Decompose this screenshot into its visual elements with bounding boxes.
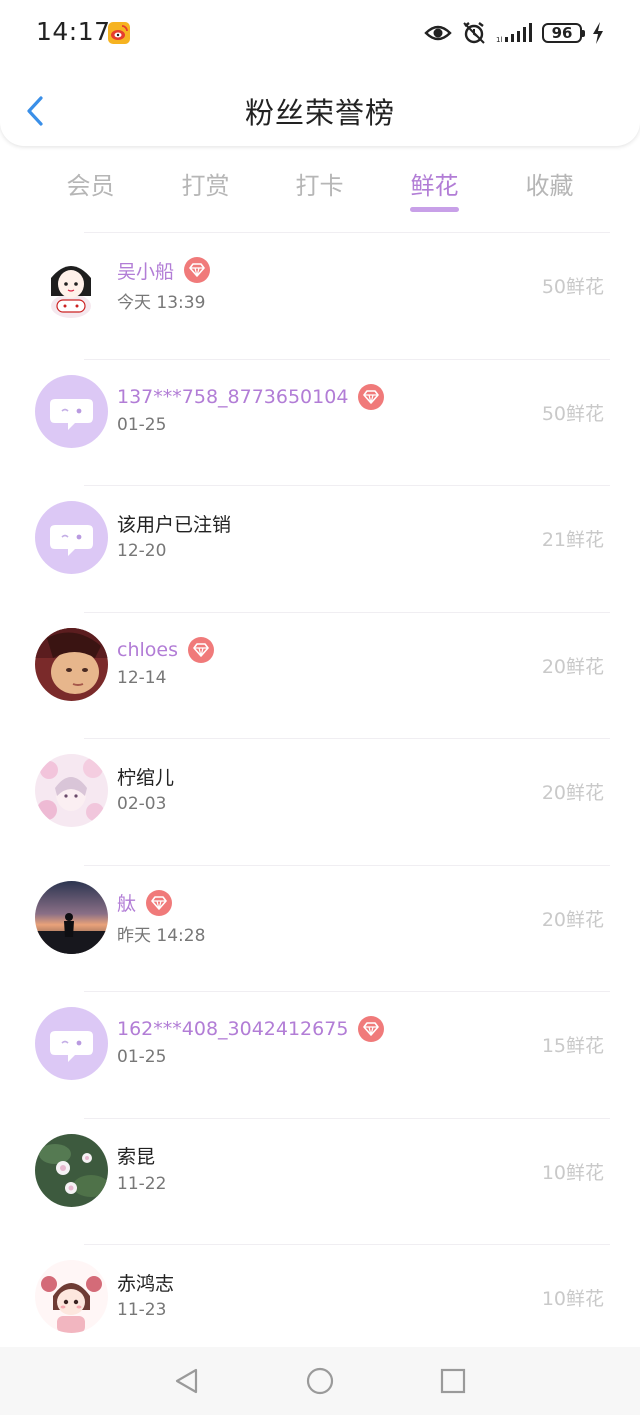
name-line: 137***758_8773650104 (117, 383, 385, 411)
recents-square-icon[interactable] (438, 1366, 468, 1396)
timestamp: 12-20 (117, 541, 167, 561)
avatar (35, 501, 108, 574)
user-name[interactable]: 137***758_8773650104 (117, 386, 348, 408)
avatar (35, 1133, 108, 1207)
cartoon-girl-avatar-2 (35, 1260, 108, 1333)
weibo-icon (108, 22, 130, 44)
avatar (35, 248, 108, 321)
status-time: 14:17 (36, 17, 111, 46)
flower-amount: 10鲜花 (541, 1161, 604, 1184)
name-line: 吴小船 (117, 256, 211, 284)
eye-icon (424, 25, 452, 41)
timestamp: 11-23 (117, 1300, 167, 1320)
status-bar: 14:17 1l 96 (0, 0, 640, 64)
user-name[interactable]: 赤鸿志 (117, 1269, 174, 1296)
flower-amount: 15鲜花 (541, 1035, 604, 1057)
list-item[interactable]: 舦 昨天 14:28 20鲜花 (0, 864, 640, 992)
user-name[interactable]: 舦 (117, 889, 136, 916)
tab-bar: 会员 打赏 打卡 鲜花 收藏 (0, 146, 640, 222)
list-item[interactable]: chloes 12-14 20鲜花 (0, 611, 640, 739)
timestamp: 02-03 (117, 794, 167, 814)
tab-flowers[interactable]: 鲜花 (377, 166, 492, 201)
timestamp: 今天 13:39 (117, 293, 206, 313)
lotus-avatar (35, 1133, 108, 1207)
name-line: 柠绾儿 (117, 762, 174, 790)
user-name[interactable]: 柠绾儿 (117, 763, 174, 790)
vip-diamond-icon (358, 1016, 385, 1042)
name-line: 该用户已注销 (117, 509, 231, 537)
tab-reward[interactable]: 打赏 (148, 166, 263, 201)
flower-amount: 20鲜花 (541, 908, 604, 931)
signal-icon: 1l (496, 23, 532, 44)
default-chat-avatar (35, 501, 108, 574)
list-item[interactable]: 162***408_3042412675 01-25 15鲜花 (0, 991, 640, 1118)
avatar (35, 1260, 108, 1333)
flower-amount: 20鲜花 (541, 782, 604, 804)
timestamp: 01-25 (117, 1047, 167, 1067)
avatar (35, 374, 108, 448)
flower-amount: 21鲜花 (541, 529, 604, 551)
vip-diamond-icon (184, 257, 211, 283)
alarm-icon (463, 22, 485, 44)
flower-amount: 20鲜花 (541, 655, 604, 678)
list-item[interactable]: 该用户已注销 12-20 21鲜花 (0, 485, 640, 612)
flower-amount: 10鲜花 (541, 1288, 604, 1310)
avatar (35, 627, 108, 701)
user-name[interactable]: chloes (117, 639, 178, 661)
default-chat-avatar (35, 374, 108, 448)
tab-favorites[interactable]: 收藏 (492, 166, 607, 201)
page-title: 粉丝荣誉榜 (244, 96, 395, 130)
timestamp: 昨天 14:28 (117, 925, 206, 946)
user-name[interactable]: 162***408_3042412675 (117, 1018, 348, 1040)
vip-diamond-icon (358, 383, 385, 410)
tab-active-indicator (410, 207, 459, 212)
home-circle-icon[interactable] (305, 1366, 335, 1396)
avatar (35, 1007, 108, 1080)
avatar (35, 880, 108, 954)
name-line: chloes (117, 636, 214, 664)
charging-icon (593, 22, 603, 44)
avatar (35, 754, 108, 827)
user-name[interactable]: 吴小船 (117, 257, 174, 284)
battery-icon: 96 (542, 23, 585, 43)
timestamp: 01-25 (117, 414, 167, 435)
tab-membership[interactable]: 会员 (33, 166, 148, 201)
status-icons: 1l 96 (424, 18, 604, 48)
list-item[interactable]: 137***758_8773650104 01-25 50鲜花 (0, 358, 640, 486)
timestamp: 12-14 (117, 667, 167, 688)
name-line: 索昆 (117, 1142, 155, 1170)
vip-diamond-icon (146, 889, 173, 916)
battery-level: 96 (551, 24, 573, 42)
vip-diamond-icon (187, 636, 214, 663)
cartoon-girl-avatar (35, 248, 108, 321)
system-nav-bar (0, 1347, 640, 1415)
name-line: 162***408_3042412675 (117, 1015, 385, 1043)
pink-flower-avatar (35, 754, 108, 827)
ranking-list: 吴小船 今天 13:39 50鲜花 137***758_8773650104 0… (0, 232, 640, 1371)
tab-checkin[interactable]: 打卡 (262, 166, 377, 201)
svg-text:1l: 1l (496, 36, 502, 44)
sunset-silhouette-avatar (35, 880, 108, 954)
user-name[interactable]: 索昆 (117, 1142, 155, 1169)
name-line: 舦 (117, 889, 173, 917)
back-triangle-icon[interactable] (172, 1366, 202, 1396)
list-item[interactable]: 吴小船 今天 13:39 50鲜花 (0, 232, 640, 359)
list-item[interactable]: 柠绾儿 02-03 20鲜花 (0, 738, 640, 865)
list-item[interactable]: 索昆 11-22 10鲜花 (0, 1117, 640, 1245)
flower-amount: 50鲜花 (541, 402, 604, 425)
name-line: 赤鸿志 (117, 1268, 174, 1296)
flower-amount: 50鲜花 (541, 276, 604, 298)
timestamp: 11-22 (117, 1173, 167, 1194)
user-name[interactable]: 该用户已注销 (117, 510, 231, 537)
default-chat-avatar (35, 1007, 108, 1080)
photo-avatar (35, 627, 108, 701)
